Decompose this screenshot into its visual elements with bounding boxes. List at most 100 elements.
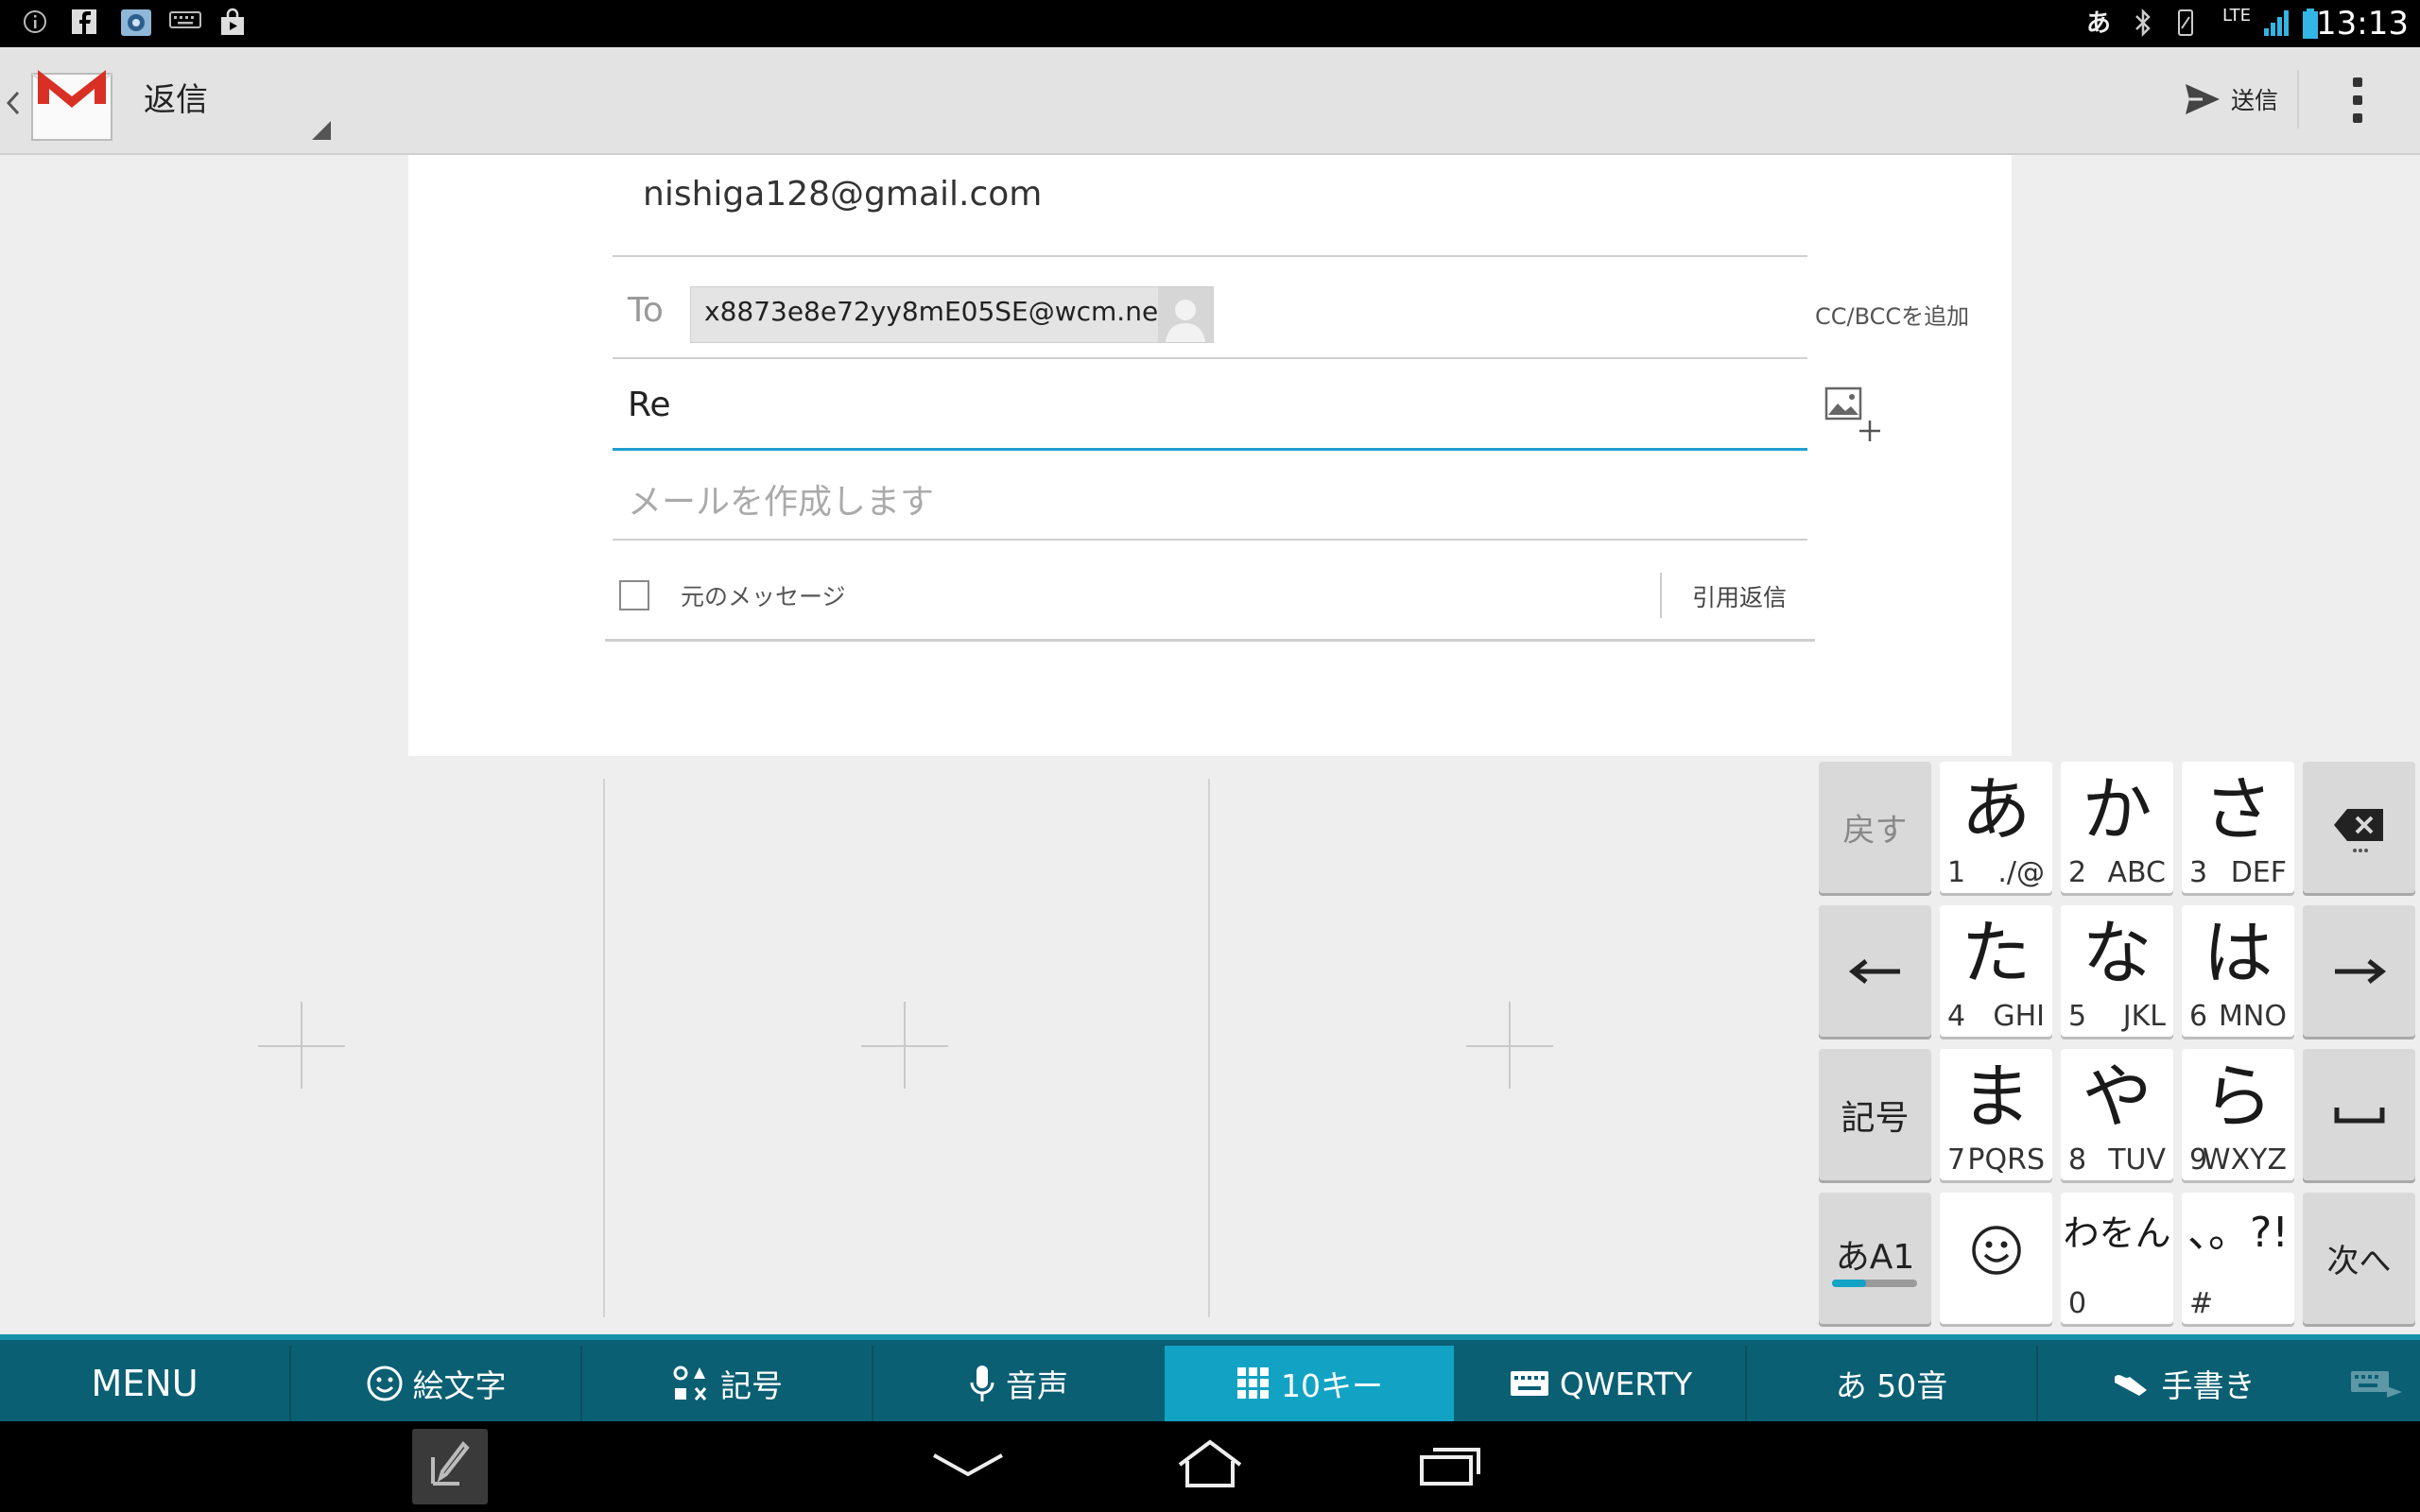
key-na[interactable]: な 5 JKL [2061, 905, 2173, 1037]
key-main: は [2203, 913, 2273, 994]
action-bar: 返信 送信 [0, 47, 2420, 155]
edit-icon[interactable] [412, 1429, 488, 1504]
ime-emoji-button[interactable]: 絵文字 [291, 1346, 580, 1421]
body-divider [613, 539, 1807, 541]
clock: 13:13 [2316, 5, 2409, 43]
chevron-down-icon [933, 1453, 1003, 1477]
tenkey-grid-icon [1237, 1367, 1269, 1399]
undo-key[interactable]: 戻す [1819, 762, 1931, 893]
home-icon [1178, 1439, 1242, 1487]
backspace-key[interactable] [2303, 762, 2415, 893]
key-wa[interactable]: わをん 0 [2061, 1193, 2173, 1324]
ime-menu-label: MENU [91, 1363, 199, 1404]
key-ha[interactable]: は 6 MNO [2182, 905, 2294, 1037]
next-key[interactable]: 次へ [2303, 1193, 2415, 1324]
plus-icon [904, 1002, 906, 1089]
arrow-right-icon [2303, 905, 2415, 1037]
key-main: わをん [2063, 1212, 2171, 1254]
quote-divider [1660, 573, 1662, 618]
candidate-area [0, 756, 1815, 1334]
ime-gojuon-label: あ 50音 [1835, 1367, 1948, 1404]
symbols-key[interactable]: 記号 [1819, 1049, 1931, 1180]
ime-tenkey-label: 10キー [1281, 1367, 1383, 1404]
send-button[interactable]: 送信 [2184, 76, 2278, 123]
input-mode-label: あA1 [1835, 1237, 1915, 1277]
key-main: や [2082, 1057, 2152, 1138]
key-num: # [2189, 1287, 2214, 1320]
key-ta[interactable]: た 4 GHI [1940, 905, 2052, 1037]
up-navigation[interactable] [4, 60, 117, 146]
key-ma[interactable]: ま 7 PQRS [1940, 1049, 2052, 1180]
quote-reply-button[interactable]: 引用返信 [1692, 579, 1787, 613]
candidate-slot[interactable] [1210, 756, 1815, 1334]
home-button[interactable] [1168, 1436, 1252, 1497]
from-divider [613, 255, 1807, 257]
vibrate-icon [2170, 8, 2201, 40]
key-a[interactable]: あ 1 ./@ [1940, 762, 2052, 893]
recent-apps-icon [1420, 1448, 1480, 1486]
more-vert-icon[interactable] [2339, 72, 2377, 129]
plus-icon [1509, 1002, 1511, 1089]
smiley-icon [367, 1366, 402, 1401]
ime-gojuon-button[interactable]: あ 50音 [1747, 1346, 2036, 1421]
recent-apps-button[interactable] [1414, 1438, 1490, 1495]
add-cc-bcc-button[interactable]: CC/BCCを追加 [1815, 298, 1969, 331]
recipient-chip[interactable]: x8873e8e72yy8mE05SE@wcm.ne.jp [690, 286, 1214, 343]
undo-label: 戻す [1842, 812, 1908, 850]
page-title: 返信 [144, 81, 208, 119]
symbols-label: 記号 [1841, 1098, 1910, 1138]
body-input[interactable]: メールを作成します [628, 474, 934, 524]
space-key[interactable] [2303, 1049, 2415, 1180]
attach-image-icon[interactable] [1824, 383, 1883, 445]
ime-tenkey-button[interactable]: 10キー [1165, 1346, 1454, 1421]
candidate-slot[interactable] [605, 756, 1208, 1334]
bluetooth-icon [2129, 8, 2157, 40]
key-num: 5 [2068, 1000, 2087, 1033]
ime-symbol-button[interactable]: 記号 [582, 1346, 872, 1421]
cursor-right-key[interactable] [2303, 905, 2415, 1037]
microphone-icon [970, 1366, 994, 1401]
ime-symbol-label: 記号 [720, 1367, 783, 1404]
action-bar-divider [2297, 70, 2299, 129]
chevron-left-icon [6, 91, 20, 115]
key-punctuation[interactable]: 、。?! # [2182, 1193, 2294, 1324]
key-main: か [2082, 769, 2152, 850]
emoji-key[interactable] [1940, 1193, 2052, 1324]
keyboard-icon [1510, 1371, 1548, 1396]
gmail-icon [31, 70, 112, 141]
key-ka[interactable]: か 2 ABC [2061, 762, 2173, 893]
key-ya[interactable]: や 8 TUV [2061, 1049, 2173, 1180]
handwriting-icon [2114, 1375, 2147, 1396]
cursor-left-key[interactable] [1819, 905, 1931, 1037]
ime-voice-button[interactable]: 音声 [873, 1346, 1163, 1421]
from-account[interactable]: nishiga128@gmail.com [643, 175, 1042, 214]
back-button[interactable] [926, 1438, 1010, 1495]
ime-qwerty-button[interactable]: QWERTY [1456, 1346, 1745, 1421]
key-num: 6 [2189, 1000, 2208, 1033]
space-icon [2303, 1049, 2415, 1180]
keyboard-icon [168, 8, 202, 40]
subject-input[interactable]: Re [628, 386, 671, 424]
key-sub: TUV [2108, 1143, 2166, 1177]
key-sa[interactable]: さ 3 DEF [2182, 762, 2294, 893]
ime-handwriting-button[interactable]: 手書き [2038, 1346, 2327, 1421]
send-label: 送信 [2231, 87, 2279, 114]
original-message-checkbox[interactable] [619, 580, 649, 610]
key-num: 8 [2068, 1143, 2087, 1177]
key-num: 7 [1947, 1143, 1966, 1177]
symbols-icon [673, 1366, 707, 1400]
mode-indicator-bar [1832, 1280, 1917, 1287]
ime-keyboard-switch-button[interactable] [2335, 1346, 2420, 1421]
key-num: 4 [1947, 1000, 1966, 1033]
candidate-slot[interactable] [0, 756, 603, 1334]
key-ra[interactable]: ら 9 WXYZ [2182, 1049, 2294, 1180]
key-main: あ [1961, 769, 2031, 850]
input-mode-key[interactable]: あA1 [1819, 1193, 1931, 1324]
ime-indicator: あ [2085, 9, 2111, 38]
keyboard: 戻す あ 1 ./@ か 2 ABC さ 3 DEF た 4 GHI な 5 J… [1815, 756, 2420, 1334]
ime-menu-button[interactable]: MENU [0, 1346, 289, 1421]
key-sub: WXYZ [2202, 1143, 2287, 1177]
store-icon [216, 8, 250, 40]
navigation-bar [0, 1421, 2420, 1512]
spinner-triangle-icon[interactable] [310, 119, 333, 142]
